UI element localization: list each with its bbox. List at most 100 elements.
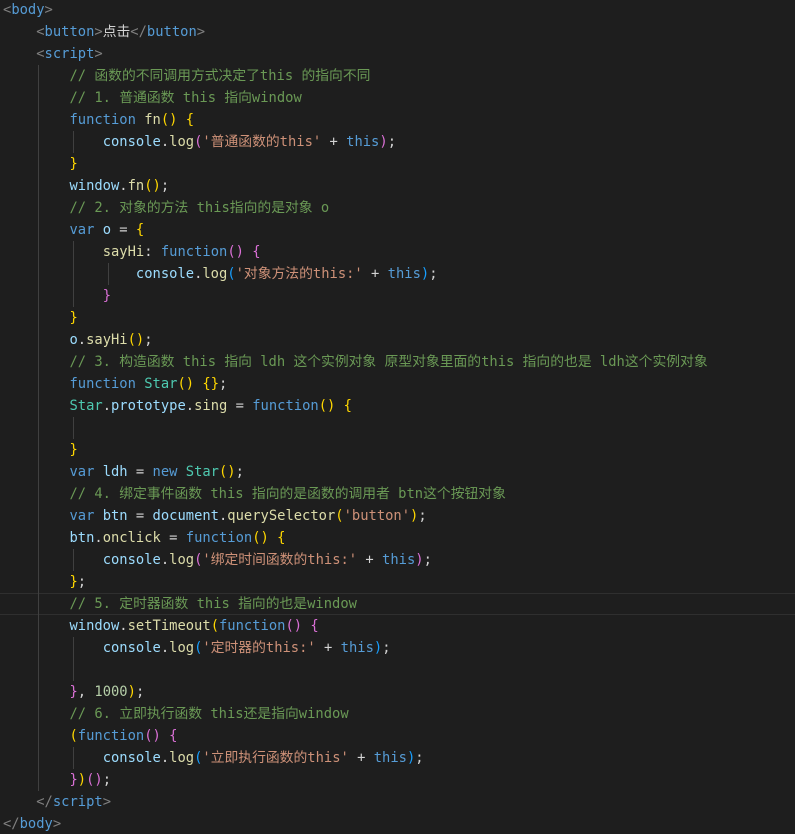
code-line[interactable]: console.log('对象方法的this:' + this); bbox=[0, 263, 795, 285]
code-token: // 5. 定时器函数 this 指向的也是window bbox=[69, 596, 357, 612]
code-line[interactable]: console.log('立即执行函数的this' + this); bbox=[0, 747, 795, 769]
code-line[interactable]: (function() { bbox=[0, 725, 795, 747]
code-line[interactable]: // 3. 构造函数 this 指向 ldh 这个实例对象 原型对象里面的thi… bbox=[0, 351, 795, 373]
indent-guide bbox=[38, 439, 39, 461]
code-token: ( bbox=[69, 728, 78, 744]
code-token: < bbox=[36, 24, 45, 40]
code-token: script bbox=[44, 46, 95, 62]
code-line[interactable]: } bbox=[0, 439, 795, 461]
code-token: ; bbox=[423, 552, 432, 568]
code-line[interactable]: console.log('绑定时间函数的this:' + this); bbox=[0, 549, 795, 571]
code-token: this bbox=[346, 134, 380, 150]
code-token: function bbox=[77, 728, 145, 744]
code-line[interactable]: // 1. 普通函数 this 指向window bbox=[0, 87, 795, 109]
code-token: } bbox=[69, 156, 78, 172]
indent-guide bbox=[38, 65, 39, 87]
code-line[interactable]: var ldh = new Star(); bbox=[0, 461, 795, 483]
code-line[interactable]: // 4. 绑定事件函数 this 指向的是函数的调用者 btn这个按钮对象 bbox=[0, 483, 795, 505]
code-line[interactable] bbox=[0, 417, 795, 439]
code-line[interactable]: // 6. 立即执行函数 this还是指向window bbox=[0, 703, 795, 725]
indent-guide bbox=[38, 285, 39, 307]
code-token: prototype bbox=[111, 398, 186, 414]
indent-guide bbox=[38, 725, 39, 747]
code-token: , bbox=[77, 684, 95, 700]
indent-guide bbox=[38, 131, 39, 153]
code-token: = bbox=[127, 464, 153, 480]
code-token: () bbox=[127, 332, 145, 348]
indent-guide bbox=[73, 285, 74, 307]
code-line[interactable]: window.setTimeout(function() { bbox=[0, 615, 795, 637]
code-token: . bbox=[160, 134, 170, 150]
code-line[interactable]: } bbox=[0, 285, 795, 307]
code-line[interactable]: <script> bbox=[0, 43, 795, 65]
code-token: ; bbox=[160, 178, 170, 194]
code-token: log bbox=[202, 266, 228, 282]
code-line[interactable]: }; bbox=[0, 571, 795, 593]
code-line[interactable]: } bbox=[0, 153, 795, 175]
code-token: ( bbox=[227, 266, 236, 282]
code-line[interactable]: </script> bbox=[0, 791, 795, 813]
code-token: () bbox=[285, 618, 303, 634]
code-line[interactable]: </body> bbox=[0, 813, 795, 834]
code-line[interactable]: function Star() {}; bbox=[0, 373, 795, 395]
code-line[interactable]: // 函数的不同调用方式决定了this 的指向不同 bbox=[0, 65, 795, 87]
code-token: function bbox=[185, 530, 253, 546]
code-token: console bbox=[102, 552, 161, 568]
code-token: sing bbox=[194, 398, 228, 414]
code-line[interactable]: sayHi: function() { bbox=[0, 241, 795, 263]
code-line[interactable]: <button>点击</button> bbox=[0, 21, 795, 43]
code-token: btn bbox=[69, 530, 95, 546]
code-token: Star bbox=[144, 376, 178, 392]
code-line[interactable]: window.fn(); bbox=[0, 175, 795, 197]
code-token: '立即执行函数的this' bbox=[202, 750, 349, 766]
code-line[interactable]: console.log('普通函数的this' + this); bbox=[0, 131, 795, 153]
code-token: </ bbox=[36, 794, 53, 810]
code-line[interactable]: } bbox=[0, 307, 795, 329]
code-line[interactable]: })(); bbox=[0, 769, 795, 791]
code-token: window bbox=[69, 618, 120, 634]
code-line[interactable]: function fn() { bbox=[0, 109, 795, 131]
indent-guide bbox=[38, 505, 39, 527]
code-token: console bbox=[102, 134, 161, 150]
code-token: // 4. 绑定事件函数 this 指向的是函数的调用者 btn这个按钮对象 bbox=[69, 486, 506, 502]
code-token: + bbox=[357, 552, 383, 568]
code-line[interactable]: // 2. 对象的方法 this指向的是对象 o bbox=[0, 197, 795, 219]
code-line[interactable]: btn.onclick = function() { bbox=[0, 527, 795, 549]
indent-guide bbox=[38, 219, 39, 241]
code-line[interactable]: o.sayHi(); bbox=[0, 329, 795, 351]
code-line[interactable]: <body> bbox=[0, 0, 795, 21]
code-token: () bbox=[160, 112, 178, 128]
code-line[interactable]: // 5. 定时器函数 this 指向的也是window bbox=[0, 593, 795, 615]
code-token: : bbox=[144, 244, 161, 260]
code-line[interactable]: console.log('定时器的this:' + this); bbox=[0, 637, 795, 659]
code-line[interactable]: Star.prototype.sing = function() { bbox=[0, 395, 795, 417]
code-token: . bbox=[119, 178, 128, 194]
code-token: var bbox=[69, 508, 95, 524]
code-token: () bbox=[252, 530, 269, 546]
code-token: // 6. 立即执行函数 this还是指向window bbox=[69, 706, 349, 722]
code-line[interactable]: var o = { bbox=[0, 219, 795, 241]
code-line[interactable] bbox=[0, 659, 795, 681]
code-token: ) bbox=[415, 552, 424, 568]
code-line[interactable]: var btn = document.querySelector('button… bbox=[0, 505, 795, 527]
code-line[interactable]: }, 1000); bbox=[0, 681, 795, 703]
code-token: // 3. 构造函数 this 指向 ldh 这个实例对象 原型对象里面的thi… bbox=[69, 354, 708, 370]
code-token: 'button' bbox=[343, 508, 411, 524]
code-token: sayHi bbox=[86, 332, 128, 348]
code-token: var bbox=[69, 222, 95, 238]
code-token: ; bbox=[415, 750, 424, 766]
code-editor[interactable]: <body> <button>点击</button> <script> // 函… bbox=[0, 0, 795, 834]
code-token: ; bbox=[387, 134, 396, 150]
code-token: o bbox=[69, 332, 78, 348]
